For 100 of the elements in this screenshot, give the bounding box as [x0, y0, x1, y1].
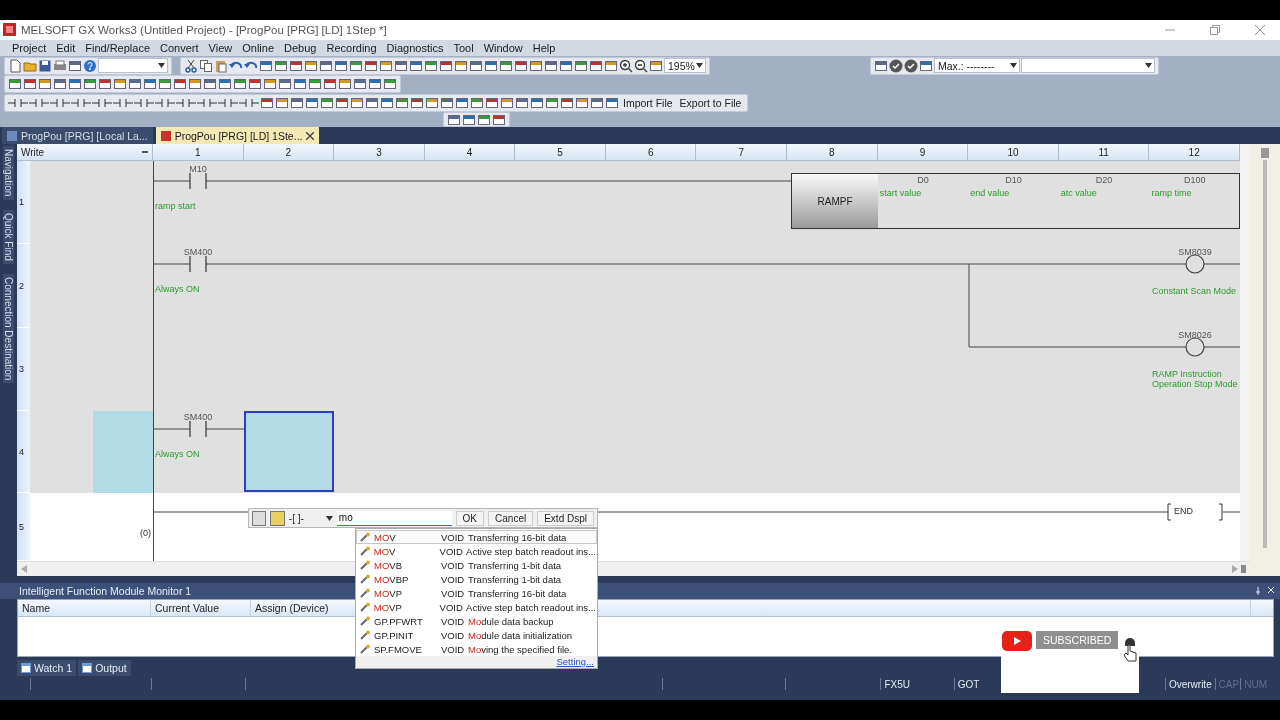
suggestion-item[interactable]: GP.PFWRT VOID Module data backup	[356, 614, 597, 628]
dropdown-field[interactable]	[98, 58, 168, 74]
window-icon[interactable]	[469, 58, 483, 73]
window-icon[interactable]	[38, 77, 52, 92]
window-icon[interactable]	[353, 77, 367, 92]
suggestion-item[interactable]: MOVP VOID Transferring 16-bit data	[356, 586, 597, 600]
window-icon[interactable]	[293, 77, 307, 92]
window-icon[interactable]	[260, 95, 274, 110]
pin-close-icon[interactable]	[1256, 587, 1276, 596]
window-icon[interactable]	[53, 77, 67, 92]
window-icon[interactable]	[874, 58, 888, 73]
window-icon[interactable]	[455, 95, 469, 110]
side-panel-tab[interactable]: Navigation	[3, 146, 14, 200]
window-icon[interactable]	[574, 58, 588, 73]
print-icon[interactable]	[53, 58, 67, 73]
window-icon[interactable]	[83, 77, 97, 92]
window-icon[interactable]	[544, 58, 558, 73]
window-icon[interactable]	[68, 58, 82, 73]
zoom-in-icon[interactable]	[619, 58, 633, 73]
close-icon[interactable]	[306, 132, 315, 140]
side-panel-tab[interactable]: Quick Find	[3, 209, 14, 264]
window-icon[interactable]	[424, 58, 438, 73]
window-icon[interactable]	[484, 58, 498, 73]
help-icon[interactable]	[83, 58, 97, 73]
window-icon[interactable]	[349, 58, 363, 73]
window-icon[interactable]	[263, 77, 277, 92]
window-icon[interactable]	[368, 77, 382, 92]
window-icon[interactable]	[203, 77, 217, 92]
check-icon[interactable]	[889, 58, 903, 73]
window-icon[interactable]	[365, 95, 379, 110]
copy-icon[interactable]	[199, 58, 213, 73]
window-icon[interactable]	[462, 112, 476, 127]
window-icon[interactable]	[559, 58, 573, 73]
vertical-scrollbar[interactable]	[1261, 148, 1269, 549]
window-icon[interactable]	[319, 58, 333, 73]
window-icon[interactable]	[323, 77, 337, 92]
window-icon[interactable]	[173, 77, 187, 92]
window-icon[interactable]	[290, 95, 304, 110]
suggestion-item[interactable]: GP.PINIT VOID Module data initialization	[356, 628, 597, 642]
menu-item[interactable]: Debug	[279, 41, 322, 54]
window-icon[interactable]	[379, 58, 393, 73]
dialog-button[interactable]: Cancel	[488, 510, 534, 526]
menu-item[interactable]: Recording	[321, 41, 382, 54]
menu-item[interactable]: Convert	[155, 41, 204, 54]
window-icon[interactable]	[425, 95, 439, 110]
window-icon[interactable]	[233, 77, 247, 92]
window-icon[interactable]	[8, 77, 22, 92]
window-icon[interactable]	[605, 95, 619, 110]
window-icon[interactable]	[485, 95, 499, 110]
window-icon[interactable]	[380, 95, 394, 110]
window-icon[interactable]	[439, 58, 453, 73]
window-icon[interactable]	[409, 58, 423, 73]
window-icon[interactable]	[275, 95, 289, 110]
dialog-button[interactable]: OK	[455, 510, 485, 526]
window-icon[interactable]	[560, 95, 574, 110]
window-icon[interactable]	[305, 95, 319, 110]
window-icon[interactable]	[492, 112, 506, 127]
max-scan-dropdown[interactable]: Max.: --------	[934, 58, 1020, 74]
window-icon[interactable]	[248, 77, 262, 92]
window-icon[interactable]	[454, 58, 468, 73]
window-icon[interactable]	[529, 58, 543, 73]
window-icon[interactable]	[394, 58, 408, 73]
window-icon[interactable]	[477, 112, 491, 127]
window-icon[interactable]	[335, 95, 349, 110]
toolbar-text-button[interactable]: Import File	[620, 96, 676, 109]
window-icon[interactable]	[649, 58, 663, 73]
window-icon[interactable]	[304, 58, 318, 73]
menu-item[interactable]: Diagnostics	[381, 41, 449, 54]
menu-item[interactable]: Project	[7, 41, 52, 54]
menu-item[interactable]: Tool	[448, 41, 479, 54]
symbol-dropdown[interactable]: -[ ]-	[288, 512, 333, 524]
window-icon[interactable]	[278, 77, 292, 92]
window-icon[interactable]	[113, 77, 127, 92]
suggestion-item[interactable]: MOVP VOID Active step batch readout ins...	[356, 600, 597, 614]
window-icon[interactable]	[500, 95, 514, 110]
window-icon[interactable]	[23, 77, 37, 92]
window-icon[interactable]	[98, 77, 112, 92]
window-icon[interactable]	[68, 77, 82, 92]
restore-icon[interactable]	[1210, 24, 1220, 35]
menu-item[interactable]: Edit	[51, 41, 81, 54]
instruction-input[interactable]: mo	[336, 510, 452, 526]
panel-tab[interactable]: Watch 1	[17, 660, 77, 677]
new-document-icon[interactable]	[8, 58, 22, 73]
window-icon[interactable]	[589, 58, 603, 73]
window-icon[interactable]	[530, 95, 544, 110]
window-icon[interactable]	[320, 95, 334, 110]
window-icon[interactable]	[334, 58, 348, 73]
suggestion-item[interactable]: MOV VOID Transferring 16-bit data	[356, 530, 597, 544]
window-icon[interactable]	[274, 58, 288, 73]
suggestion-item[interactable]: MOVB VOID Transferring 1-bit data	[356, 558, 597, 572]
window-icon[interactable]	[447, 112, 461, 127]
dialog-button[interactable]: Extd Dspl	[537, 510, 594, 526]
side-panel-tab[interactable]: Connection Destination	[3, 273, 14, 383]
window-icon[interactable]	[143, 77, 157, 92]
window-icon[interactable]	[128, 77, 142, 92]
window-icon[interactable]	[499, 58, 513, 73]
setting-link[interactable]: Setting...	[556, 656, 594, 667]
window-icon[interactable]	[364, 58, 378, 73]
window-icon[interactable]	[383, 77, 397, 92]
window-icon[interactable]	[338, 77, 352, 92]
